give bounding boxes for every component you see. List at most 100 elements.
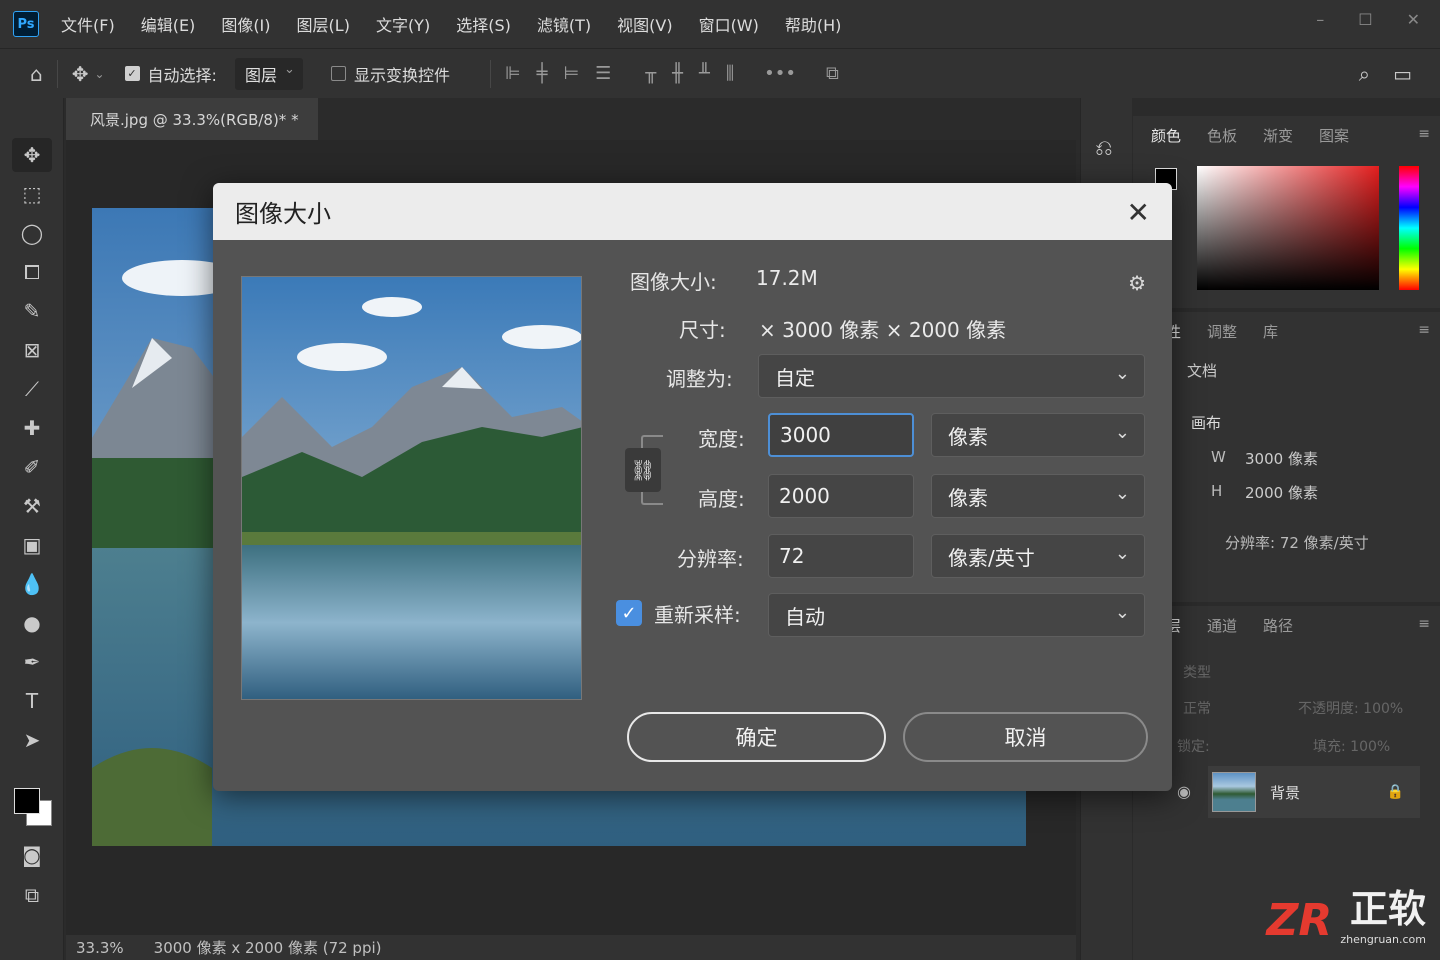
- menu-type[interactable]: 文字(Y): [376, 12, 430, 36]
- layer-opacity[interactable]: 不透明度: 100%: [1298, 698, 1403, 718]
- resample-checkbox[interactable]: ✓: [616, 600, 642, 626]
- canvas-height-value[interactable]: 2000 像素: [1245, 482, 1318, 503]
- crop-tool-icon[interactable]: ⊠: [12, 333, 52, 367]
- tab-gradients[interactable]: 渐变: [1263, 125, 1293, 146]
- fit-to-select[interactable]: 自定 ⌄: [758, 354, 1145, 398]
- align-middle-icon[interactable]: ╫: [672, 63, 683, 84]
- gradient-tool-icon[interactable]: ▣: [12, 528, 52, 562]
- brush-tool-icon[interactable]: ✐: [12, 450, 52, 484]
- align-bottom-icon[interactable]: ╨: [699, 63, 710, 84]
- blend-mode[interactable]: 正常: [1183, 698, 1211, 718]
- layer-row-background[interactable]: 背景 🔒: [1208, 766, 1420, 818]
- brush-select-icon[interactable]: ✎: [12, 294, 52, 328]
- canvas-width-value[interactable]: 3000 像素: [1245, 448, 1318, 469]
- width-input[interactable]: 3000: [768, 413, 914, 457]
- hue-slider[interactable]: [1399, 166, 1419, 290]
- tab-color[interactable]: 颜色: [1151, 125, 1181, 146]
- auto-select-target-select[interactable]: 图层: [234, 57, 303, 90]
- type-tool-icon[interactable]: T: [12, 684, 52, 718]
- screen-mode-icon[interactable]: ⧉: [12, 878, 52, 912]
- align-top-icon[interactable]: ╥: [645, 63, 656, 84]
- ok-button[interactable]: 确定: [627, 712, 886, 762]
- height-unit-value: 像素: [948, 485, 988, 510]
- maximize-icon[interactable]: ☐: [1358, 10, 1372, 29]
- zoom-level[interactable]: 33.3%: [76, 939, 124, 957]
- distribute-icon[interactable]: ☰: [595, 63, 611, 84]
- resolution-input[interactable]: 72: [768, 534, 914, 578]
- canvas-section-label[interactable]: 画布: [1191, 412, 1221, 433]
- menu-window[interactable]: 窗口(W): [699, 12, 759, 36]
- minimize-icon[interactable]: –: [1316, 10, 1324, 29]
- tab-swatches[interactable]: 色板: [1207, 125, 1237, 146]
- properties-panel-tabs: 属性 调整 库: [1133, 312, 1440, 350]
- tab-patterns[interactable]: 图案: [1319, 125, 1349, 146]
- menu-file[interactable]: 文件(F): [61, 12, 115, 36]
- eyedropper-tool-icon[interactable]: ⟋: [12, 372, 52, 406]
- close-icon[interactable]: ✕: [1127, 196, 1150, 229]
- chevron-down-icon[interactable]: ⌄: [94, 67, 104, 81]
- resolution-unit-select[interactable]: 像素/英寸 ⌄: [931, 534, 1145, 578]
- watermark-url: zhengruan.com: [1340, 933, 1426, 946]
- panel-menu-icon[interactable]: ≡: [1418, 322, 1430, 338]
- marquee-tool-icon[interactable]: ⬚: [12, 177, 52, 211]
- layer-name[interactable]: 背景: [1270, 782, 1300, 803]
- auto-select-checkbox[interactable]: ✓: [124, 66, 140, 81]
- tab-adjustments[interactable]: 调整: [1207, 321, 1237, 342]
- width-unit-select[interactable]: 像素 ⌄: [931, 413, 1145, 457]
- distribute-vertical-icon[interactable]: ⫼: [726, 63, 734, 84]
- show-transform-checkbox[interactable]: [330, 66, 346, 81]
- document-tab[interactable]: 风景.jpg @ 33.3%(RGB/8)* *: [66, 98, 318, 140]
- workspace-icon[interactable]: ▭: [1393, 62, 1412, 86]
- more-options-icon[interactable]: •••: [764, 63, 796, 84]
- visibility-eye-icon[interactable]: ◉: [1177, 782, 1191, 801]
- home-icon[interactable]: ⌂: [30, 62, 43, 86]
- lock-icon[interactable]: 🔒: [1387, 784, 1404, 800]
- dimensions-value[interactable]: × 3000 像素 × 2000 像素: [759, 314, 1006, 343]
- history-icon[interactable]: ⎌: [1095, 136, 1132, 161]
- image-preview[interactable]: [241, 276, 582, 700]
- object-select-tool-icon[interactable]: ⧠: [12, 255, 52, 289]
- lasso-tool-icon[interactable]: ◯: [12, 216, 52, 250]
- resample-select[interactable]: 自动 ⌄: [768, 593, 1145, 637]
- height-input[interactable]: 2000: [768, 474, 914, 518]
- height-unit-select[interactable]: 像素 ⌄: [931, 474, 1145, 518]
- gear-icon[interactable]: ⚙: [1128, 271, 1146, 295]
- healing-tool-icon[interactable]: ✚: [12, 411, 52, 445]
- align-right-icon[interactable]: ⊨: [563, 63, 579, 84]
- menu-edit[interactable]: 编辑(E): [141, 12, 196, 36]
- clone-stamp-tool-icon[interactable]: ⚒: [12, 489, 52, 523]
- fit-to-label: 调整为:: [666, 367, 733, 391]
- layer-filter[interactable]: 类型: [1183, 662, 1211, 682]
- menu-filter[interactable]: 滤镜(T): [537, 12, 591, 36]
- image-size-dialog: 图像大小 ✕ 图像大小: 17.2M ⚙ 尺寸: × 3000 像素 × 200…: [213, 183, 1172, 791]
- path-select-tool-icon[interactable]: ➤: [12, 723, 52, 757]
- cancel-button[interactable]: 取消: [903, 712, 1148, 762]
- move-tool-icon[interactable]: ✥: [12, 138, 52, 172]
- foreground-color-swatch[interactable]: [14, 788, 40, 814]
- move-tool-icon[interactable]: ✥: [72, 62, 89, 86]
- close-window-icon[interactable]: ✕: [1407, 10, 1420, 29]
- panel-menu-icon[interactable]: ≡: [1418, 126, 1430, 142]
- tab-channels[interactable]: 通道: [1207, 615, 1237, 636]
- height-label: 高度:: [698, 487, 745, 511]
- color-field[interactable]: [1197, 166, 1379, 290]
- dodge-tool-icon[interactable]: ●: [12, 606, 52, 640]
- quick-mask-icon[interactable]: ◙: [12, 838, 52, 872]
- blur-tool-icon[interactable]: 💧: [12, 567, 52, 601]
- menu-help[interactable]: 帮助(H): [785, 12, 842, 36]
- tab-paths[interactable]: 路径: [1263, 615, 1293, 636]
- layer-fill[interactable]: 填充: 100%: [1313, 736, 1390, 756]
- menu-image[interactable]: 图像(I): [221, 12, 270, 36]
- resolution-unit-value: 像素/英寸: [948, 545, 1035, 570]
- align-center-icon[interactable]: ╪: [537, 63, 548, 84]
- panel-menu-icon[interactable]: ≡: [1418, 616, 1430, 632]
- search-icon[interactable]: ⌕: [1359, 62, 1370, 86]
- menu-layer[interactable]: 图层(L): [297, 12, 350, 36]
- 3d-mode-icon[interactable]: ⧉: [826, 63, 839, 84]
- tab-libraries[interactable]: 库: [1263, 321, 1278, 342]
- link-icon[interactable]: ⛓: [625, 448, 661, 492]
- pen-tool-icon[interactable]: ✒: [12, 645, 52, 679]
- menu-select[interactable]: 选择(S): [456, 12, 511, 36]
- menu-view[interactable]: 视图(V): [617, 12, 672, 36]
- align-left-icon[interactable]: ⊫: [505, 63, 521, 84]
